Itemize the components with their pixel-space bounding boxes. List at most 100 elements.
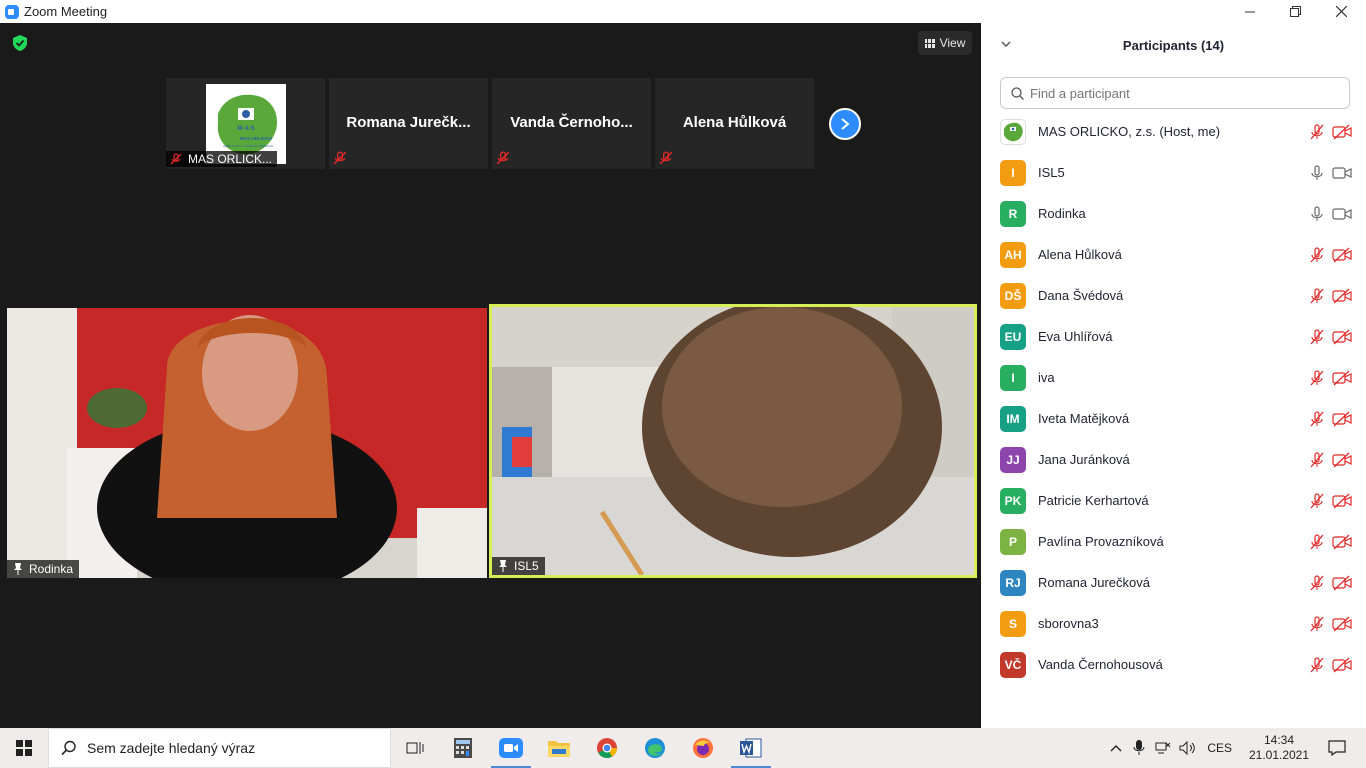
mic-icon[interactable] bbox=[1309, 206, 1325, 222]
participant-row[interactable]: MAS ORLICKO, z.s. (Host, me) bbox=[981, 111, 1366, 152]
camera-off-icon[interactable] bbox=[1332, 288, 1352, 304]
mic-muted-icon[interactable] bbox=[1309, 534, 1325, 550]
participant-row[interactable]: EU Eva Uhlířová bbox=[981, 316, 1366, 357]
mic-muted-icon[interactable] bbox=[1309, 452, 1325, 468]
zoom-app-icon bbox=[5, 4, 19, 19]
chevron-down-icon[interactable] bbox=[1001, 39, 1011, 49]
camera-icon[interactable] bbox=[1332, 206, 1352, 222]
camera-off-icon[interactable] bbox=[1332, 329, 1352, 345]
mic-muted-icon[interactable] bbox=[1309, 370, 1325, 386]
chrome-app[interactable] bbox=[583, 728, 631, 768]
chevron-up-icon[interactable] bbox=[1109, 743, 1123, 753]
participant-row[interactable]: P Pavlína Provazníková bbox=[981, 521, 1366, 562]
mic-muted-icon[interactable] bbox=[1309, 247, 1325, 263]
participant-name: Romana Jurečková bbox=[1038, 575, 1150, 590]
task-view-button[interactable] bbox=[391, 728, 439, 768]
camera-icon[interactable] bbox=[1332, 165, 1352, 181]
participant-row[interactable]: I ISL5 bbox=[981, 152, 1366, 193]
logo-text-tag: VAŠE PLÁNY + NAŠE ZKUŠENOSTI bbox=[223, 143, 273, 148]
mic-muted-icon[interactable] bbox=[1309, 575, 1325, 591]
camera-off-icon[interactable] bbox=[1332, 493, 1352, 509]
firefox-icon bbox=[693, 738, 713, 758]
thumbnail-mas-orlicko[interactable]: M·A·S MAS ORLICKO VAŠE PLÁNY + NAŠE ZKUŠ… bbox=[166, 78, 325, 169]
thumbnail-name: Alena Hůlková bbox=[682, 114, 787, 131]
participant-search-input[interactable] bbox=[1030, 85, 1330, 101]
participant-avatar: I bbox=[1000, 364, 1026, 391]
participant-name: Dana Švédová bbox=[1038, 288, 1124, 303]
camera-off-icon[interactable] bbox=[1332, 370, 1352, 386]
mic-muted-icon[interactable] bbox=[1309, 288, 1325, 304]
participant-row[interactable]: Ssborovna3 bbox=[981, 603, 1366, 644]
view-button[interactable]: View bbox=[918, 31, 972, 55]
participant-avatar: AH bbox=[1000, 241, 1026, 268]
view-button-label: View bbox=[939, 36, 966, 50]
next-page-button[interactable] bbox=[829, 108, 861, 140]
mic-muted-icon bbox=[333, 151, 347, 165]
participant-row[interactable]: DŠ Dana Švédová bbox=[981, 275, 1366, 316]
edge-app[interactable] bbox=[631, 728, 679, 768]
zoom-icon bbox=[499, 738, 523, 758]
mic-muted-icon bbox=[496, 151, 510, 165]
camera-off-icon[interactable] bbox=[1332, 452, 1352, 468]
participant-name: ISL5 bbox=[1038, 165, 1065, 180]
participant-row[interactable]: IM Iveta Matějková bbox=[981, 398, 1366, 439]
camera-off-icon[interactable] bbox=[1332, 616, 1352, 632]
mic-muted-icon[interactable] bbox=[1309, 616, 1325, 632]
window-title: Zoom Meeting bbox=[24, 4, 108, 19]
mic-muted-icon[interactable] bbox=[1309, 124, 1325, 140]
participant-row[interactable]: RJ Romana Jurečková bbox=[981, 562, 1366, 603]
camera-off-icon[interactable] bbox=[1332, 657, 1352, 673]
video-feed-rodinka bbox=[7, 308, 487, 578]
taskbar-search[interactable]: Sem zadejte hledaný výraz bbox=[48, 728, 391, 768]
thumbnail-romana[interactable]: Romana Jurečk... bbox=[329, 78, 488, 169]
firefox-app[interactable] bbox=[679, 728, 727, 768]
notifications-icon[interactable] bbox=[1328, 740, 1346, 756]
zoom-app[interactable] bbox=[487, 728, 535, 768]
video-tile-rodinka[interactable]: Rodinka bbox=[7, 308, 487, 578]
network-icon[interactable] bbox=[1155, 741, 1171, 755]
camera-off-icon[interactable] bbox=[1332, 534, 1352, 550]
camera-off-icon[interactable] bbox=[1332, 247, 1352, 263]
mic-muted-icon[interactable] bbox=[1309, 329, 1325, 345]
restore-button[interactable] bbox=[1272, 0, 1318, 23]
camera-off-icon[interactable] bbox=[1332, 575, 1352, 591]
taskbar-clock[interactable]: 14:34 21.01.2021 bbox=[1244, 733, 1314, 763]
participant-row[interactable]: Iiva bbox=[981, 357, 1366, 398]
camera-off-icon[interactable] bbox=[1332, 124, 1352, 140]
participant-avatar: DŠ bbox=[1000, 282, 1026, 309]
mic-icon[interactable] bbox=[1309, 165, 1325, 181]
microphone-icon[interactable] bbox=[1133, 740, 1145, 756]
participant-row[interactable]: PK Patricie Kerhartová bbox=[981, 480, 1366, 521]
video-tile-isl5-active-speaker[interactable]: ISL5 bbox=[489, 304, 977, 578]
calculator-app[interactable] bbox=[439, 728, 487, 768]
video-thumbnail-strip: M·A·S MAS ORLICKO VAŠE PLÁNY + NAŠE ZKUŠ… bbox=[166, 78, 814, 169]
participant-avatar: IM bbox=[1000, 405, 1026, 432]
windows-taskbar: Sem zadejte hledaný výraz CES 14:34 21.0… bbox=[0, 728, 1366, 768]
participant-search-box[interactable] bbox=[1000, 77, 1350, 109]
input-language[interactable]: CES bbox=[1207, 741, 1232, 755]
start-button[interactable] bbox=[0, 728, 48, 768]
logo-text-org: MAS ORLICKO bbox=[240, 136, 272, 141]
participant-row[interactable]: R Rodinka bbox=[981, 193, 1366, 234]
mic-muted-icon[interactable] bbox=[1309, 657, 1325, 673]
camera-off-icon[interactable] bbox=[1332, 411, 1352, 427]
security-shield-icon[interactable] bbox=[11, 34, 29, 52]
mic-muted-icon[interactable] bbox=[1309, 411, 1325, 427]
search-icon bbox=[61, 740, 76, 756]
participant-name: Pavlína Provazníková bbox=[1038, 534, 1164, 549]
participant-row[interactable]: JJ Jana Juránková bbox=[981, 439, 1366, 480]
participant-row[interactable]: AH Alena Hůlková bbox=[981, 234, 1366, 275]
participant-name: Patricie Kerhartová bbox=[1038, 493, 1149, 508]
file-explorer-icon bbox=[548, 741, 570, 757]
mic-muted-icon[interactable] bbox=[1309, 493, 1325, 509]
volume-icon[interactable] bbox=[1179, 741, 1197, 755]
word-app[interactable] bbox=[727, 728, 775, 768]
minimize-button[interactable] bbox=[1227, 0, 1273, 23]
participant-row[interactable]: VČ Vanda Černohousová bbox=[981, 644, 1366, 685]
thumbnail-vanda[interactable]: Vanda Černoho... bbox=[492, 78, 651, 169]
pin-icon bbox=[499, 560, 507, 572]
video-label: Rodinka bbox=[7, 560, 80, 578]
thumbnail-alena[interactable]: Alena Hůlková bbox=[655, 78, 814, 169]
close-button[interactable] bbox=[1318, 0, 1364, 23]
file-explorer-app[interactable] bbox=[535, 728, 583, 768]
